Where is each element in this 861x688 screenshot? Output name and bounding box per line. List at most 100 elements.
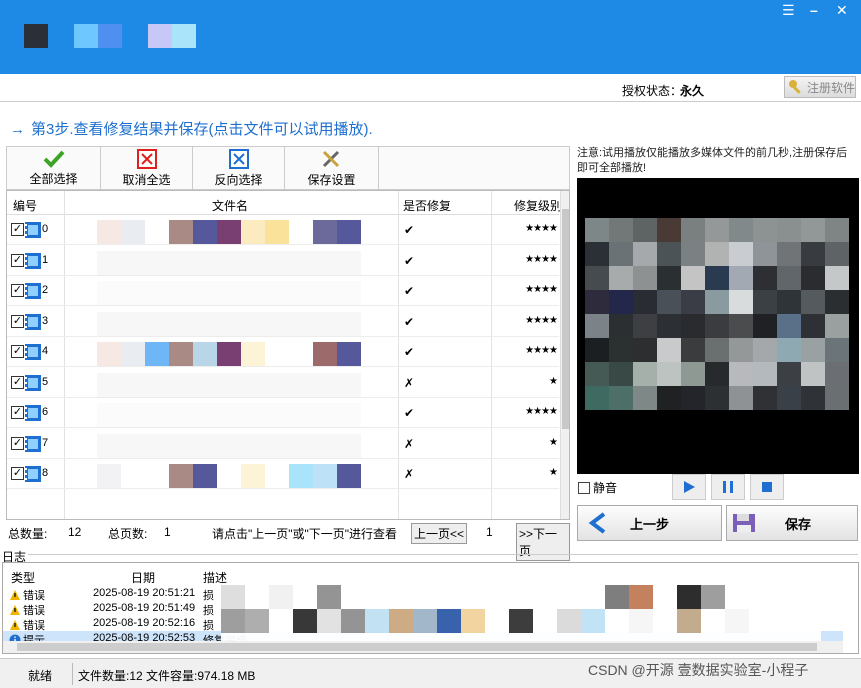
col-fixed[interactable]: 是否修复 <box>403 197 451 214</box>
row-num: 2 <box>42 284 49 296</box>
register-label: 注册软件 <box>807 80 856 95</box>
row-checkbox[interactable]: ✓ <box>11 406 24 419</box>
prev-page-button[interactable]: 上一页<< <box>411 523 468 544</box>
stop-button[interactable] <box>750 474 784 500</box>
blue-x-icon <box>228 148 249 169</box>
step-text: 第3步.查看修复结果并保存(点击文件可以试用播放). <box>31 121 373 138</box>
row-checkbox[interactable]: ✓ <box>11 375 24 389</box>
log-date: 2025-08-19 20:51:21 <box>93 587 196 599</box>
warning-icon <box>10 620 20 630</box>
row-num: 3 <box>42 314 49 327</box>
pager: 总数量: 12 总页数: 1 请点击"上一页"或"下一页"进行查看 上一页<< … <box>6 520 570 561</box>
file-grid: 编号 文件名 是否修复 修复级别 ✓ 0 ✔ ★★★★ ✓ 1 ✔ ★★★★ ✓ 2 ✔ ★★★★ ✓ 3… <box>6 190 570 520</box>
row-level: ★ <box>549 375 558 387</box>
row-filename[interactable] <box>97 342 361 366</box>
auth-value: 永久 <box>680 84 705 98</box>
row-filename[interactable] <box>97 311 361 336</box>
close-icon[interactable]: ✕ <box>836 2 848 19</box>
save-button[interactable]: 保存 <box>726 505 858 541</box>
video-preview[interactable] <box>577 178 859 474</box>
row-filename[interactable] <box>97 220 361 244</box>
table-row[interactable]: ✓ 2 ✔ ★★★★ <box>7 276 559 306</box>
video-file-icon <box>25 374 41 391</box>
log-panel: 类型 日期 描述 错误 2025-08-19 20:51:21 损错误 2025-08… <box>2 562 859 654</box>
col-num[interactable]: 编号 <box>13 197 37 214</box>
row-filename[interactable] <box>97 464 361 488</box>
video-frame <box>585 218 849 410</box>
row-filename[interactable] <box>97 281 361 305</box>
table-row[interactable]: ✓ 5 ✗ ★ <box>7 368 559 398</box>
step-title: → 第3步.查看修复结果并保存(点击文件可以试用播放). <box>10 118 373 139</box>
row-checkbox[interactable]: ✓ <box>11 314 24 328</box>
next-page-button[interactable]: >>下一页 <box>516 523 570 561</box>
row-level: ★★★★ <box>525 345 558 356</box>
play-button[interactable] <box>672 474 706 500</box>
deselect-all-button[interactable]: 取消全选 <box>101 147 193 189</box>
save-settings-button[interactable]: 保存设置 <box>285 147 379 189</box>
log-date: 2025-08-19 20:51:49 <box>93 602 196 614</box>
toolbar: 全部选择 取消全选 反向选择 保存设置 <box>6 146 570 190</box>
grid-header: 编号 文件名 是否修复 修复级别 <box>7 191 560 215</box>
table-row[interactable]: ✓ 0 ✔ ★★★★ <box>7 215 559 245</box>
row-filename[interactable] <box>97 403 361 427</box>
row-fixed: ✔ <box>404 223 415 237</box>
pause-icon <box>723 481 733 493</box>
table-row[interactable]: ✓ 4 ✔ ★★★★ <box>7 337 559 367</box>
row-filename[interactable] <box>97 433 361 458</box>
row-fixed: ✔ <box>404 284 415 298</box>
back-label: 上一步 <box>630 516 670 532</box>
row-level: ★ <box>549 467 558 478</box>
total-value: 12 <box>68 525 82 539</box>
row-level: ★ <box>549 436 558 448</box>
arrow-right-icon: → <box>10 121 25 138</box>
row-num: 0 <box>42 223 49 235</box>
save-label: 保存 <box>785 516 812 532</box>
pages-label: 总页数: <box>108 527 148 541</box>
log-col-type: 类型 <box>11 571 36 585</box>
grid-scrollbar[interactable] <box>560 191 569 519</box>
row-checkbox[interactable]: ✓ <box>11 436 24 450</box>
back-button[interactable]: 上一步 <box>577 505 722 541</box>
row-checkbox[interactable]: ✓ <box>11 467 24 480</box>
log-col-desc: 描述 <box>203 571 228 585</box>
row-checkbox[interactable]: ✓ <box>11 284 24 297</box>
row-level: ★★★★ <box>525 284 558 295</box>
row-checkbox[interactable]: ✓ <box>11 253 24 267</box>
row-num: 1 <box>42 253 49 266</box>
log-col-date: 日期 <box>131 571 156 585</box>
video-file-icon <box>25 344 41 360</box>
table-row[interactable]: ✓ 6 ✔ ★★★★ <box>7 398 559 428</box>
select-all-label: 全部选择 <box>29 171 78 186</box>
row-filename[interactable] <box>97 372 361 397</box>
table-row[interactable]: ✓ 3 ✔ ★★★★ <box>7 307 559 337</box>
mute-box[interactable] <box>578 481 590 494</box>
page-number: 1 <box>486 525 493 539</box>
menu-icon[interactable]: ☰ <box>782 2 795 19</box>
video-file-icon <box>25 466 41 482</box>
table-row[interactable]: ✓ 1 ✔ ★★★★ <box>7 246 559 276</box>
pager-hint: 请点击"上一页"或"下一页"进行查看 <box>212 527 398 541</box>
save-disk-icon <box>733 514 755 532</box>
row-checkbox[interactable]: ✓ <box>11 223 24 236</box>
row-filename[interactable] <box>97 250 361 275</box>
minimize-icon[interactable]: – <box>810 2 818 18</box>
col-level[interactable]: 修复级别 <box>514 197 560 214</box>
register-button[interactable]: 注册软件 <box>784 76 856 98</box>
row-level: ★★★★ <box>525 253 558 265</box>
stop-icon <box>762 482 772 492</box>
mute-checkbox[interactable]: 静音 <box>578 479 617 496</box>
pause-button[interactable] <box>711 474 745 500</box>
log-scrollbar[interactable] <box>3 641 843 653</box>
video-file-icon <box>25 313 41 330</box>
col-filename[interactable]: 文件名 <box>212 197 248 214</box>
row-checkbox[interactable]: ✓ <box>11 345 24 358</box>
row-num: 7 <box>42 436 49 449</box>
invert-select-button[interactable]: 反向选择 <box>193 147 285 189</box>
row-fixed: ✔ <box>404 314 415 329</box>
select-all-button[interactable]: 全部选择 <box>7 147 101 189</box>
row-num: 4 <box>42 345 49 357</box>
key-icon <box>789 80 801 94</box>
table-row[interactable]: ✓ 7 ✗ ★ <box>7 429 559 459</box>
table-row[interactable]: ✓ 8 ✗ ★ <box>7 459 559 489</box>
video-file-icon <box>25 222 41 238</box>
